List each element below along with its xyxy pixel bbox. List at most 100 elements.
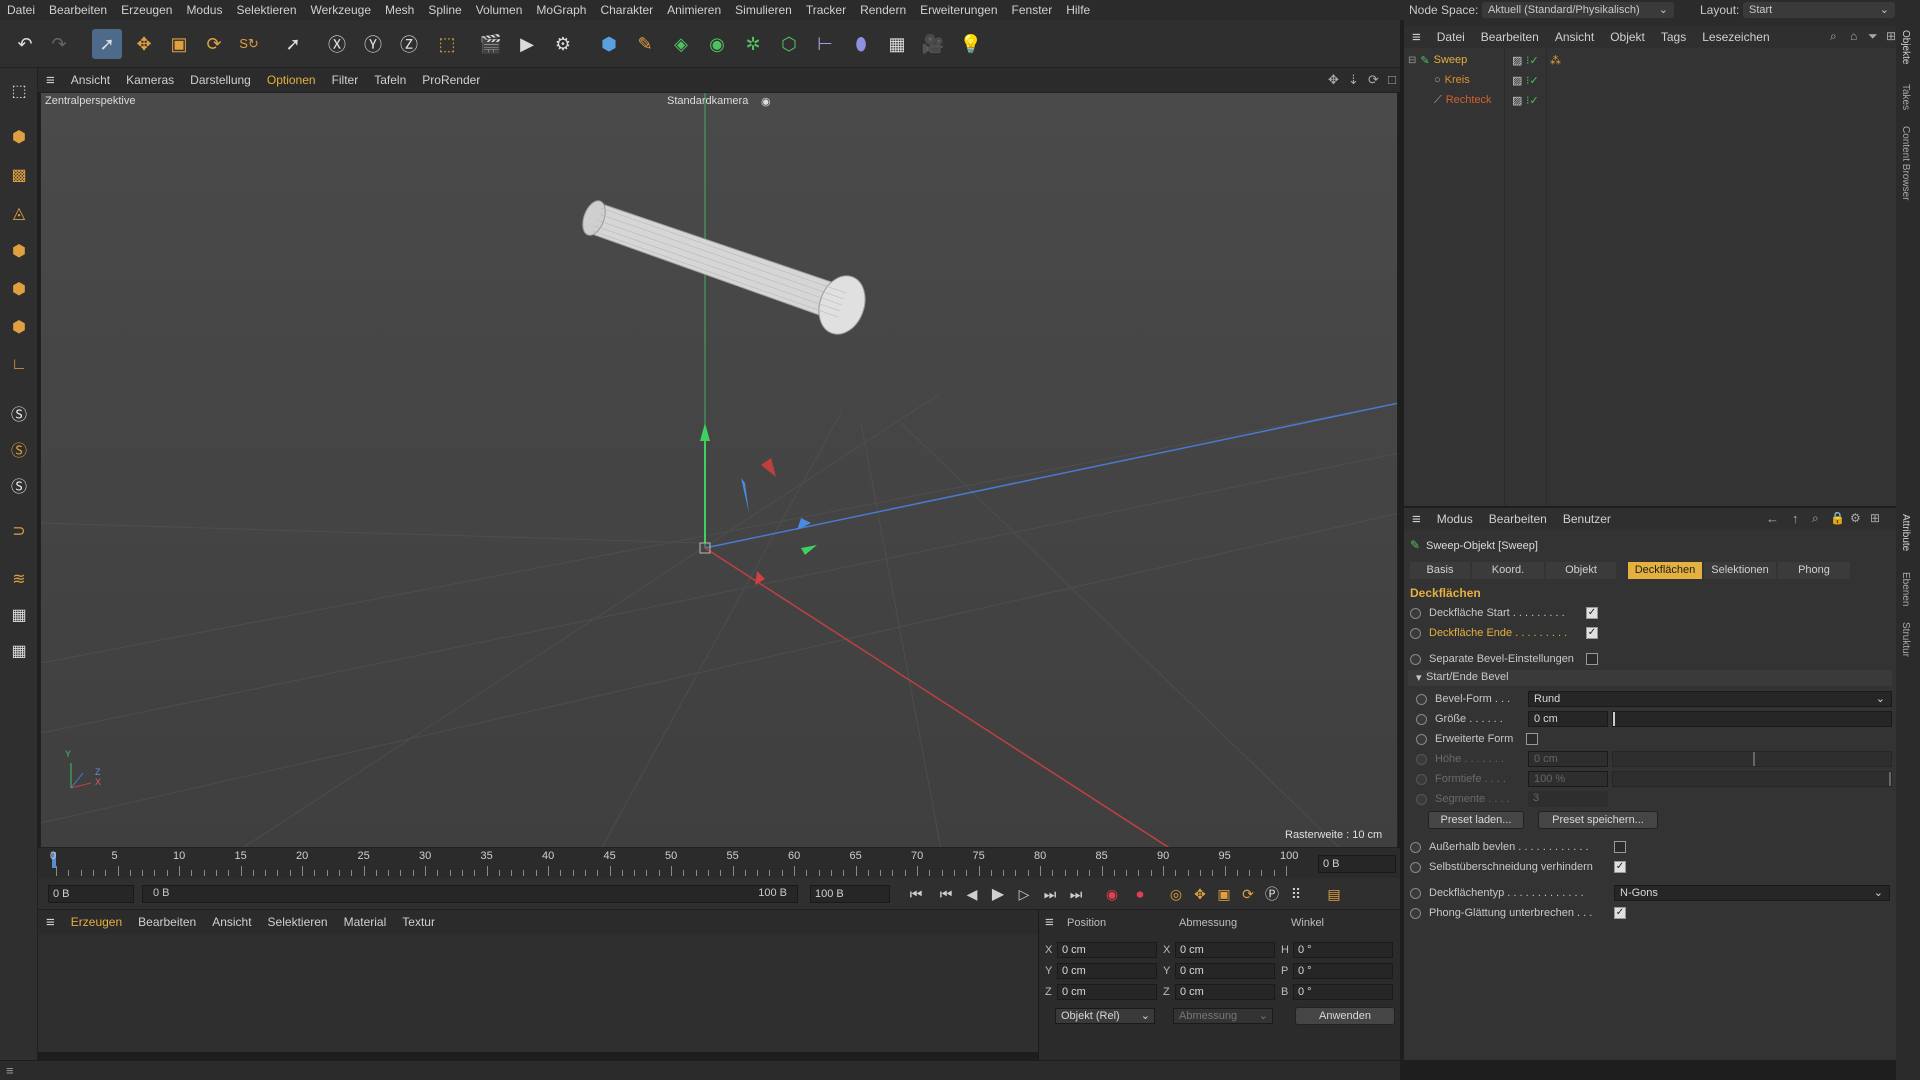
texture-mode-icon[interactable]: ▩ — [4, 160, 34, 190]
quantize-icon[interactable]: Ⓢ — [4, 470, 34, 500]
material-area[interactable] — [38, 934, 1038, 1052]
deformer-icon[interactable]: ⊢ — [810, 29, 840, 59]
attr-menu-modus[interactable]: Modus — [1429, 512, 1481, 526]
tab-objekt[interactable]: Objekt — [1546, 562, 1616, 579]
timeline-ruler[interactable]: 0 5 10 15 20 25 30 35 40 45 50 55 60 65 70 75 80 85 90 95 10… — [38, 848, 1400, 878]
hamburger-icon[interactable]: ≡ — [38, 72, 63, 89]
prev-key-icon[interactable]: ⏮ — [934, 884, 958, 904]
obj-menu-objekt[interactable]: Objekt — [1602, 30, 1653, 44]
goto-start-icon[interactable]: ⏮ — [904, 884, 928, 904]
camera-icon[interactable]: ◉ — [761, 95, 771, 108]
bevel-group-header[interactable]: ▾ Start/Ende Bevel — [1408, 670, 1892, 686]
x-axis-lock-icon[interactable]: Ⓧ — [322, 29, 352, 59]
side-tab-struktur[interactable]: Struktur — [1900, 622, 1911, 657]
select-tool-icon[interactable]: ➚ — [92, 29, 122, 59]
pos-y-field[interactable]: 0 cm — [1057, 963, 1157, 979]
3d-viewport[interactable]: Zentralperspektive Standardkamera ◉ Y X … — [40, 92, 1398, 848]
hamburger-icon[interactable]: ≡ — [1045, 914, 1054, 931]
obj-menu-lesezeichen[interactable]: Lesezeichen — [1694, 30, 1777, 44]
vp-menu-kameras[interactable]: Kameras — [118, 73, 182, 87]
vp-menu-prorender[interactable]: ProRender — [414, 73, 488, 87]
vp-menu-ansicht[interactable]: Ansicht — [63, 73, 118, 87]
scene-icon[interactable]: ⬮ — [846, 29, 876, 59]
visibility-check-icon[interactable]: ⁝✓ — [1526, 94, 1539, 107]
animate-dot-icon[interactable] — [1416, 713, 1427, 725]
obj-menu-tags[interactable]: Tags — [1653, 30, 1694, 44]
make-editable-icon[interactable]: ⬚ — [4, 76, 34, 106]
mat-menu-ansicht[interactable]: Ansicht — [204, 915, 259, 929]
animate-dot-icon[interactable] — [1416, 693, 1427, 705]
keyframe-selection-icon[interactable]: ◎ — [1164, 884, 1188, 904]
key-parameter-icon[interactable]: Ⓟ — [1260, 884, 1284, 904]
end-frame-field[interactable]: 100 B — [810, 885, 890, 903]
grid-lock-icon[interactable]: ▦ — [4, 600, 34, 630]
menu-mograph[interactable]: MoGraph — [529, 3, 593, 17]
next-frame-icon[interactable]: ▷ — [1012, 884, 1036, 904]
bevel-outside-checkbox[interactable] — [1614, 841, 1626, 853]
maximize-view-icon[interactable]: □ — [1380, 72, 1404, 87]
pos-x-field[interactable]: 0 cm — [1057, 942, 1157, 958]
layer-icon[interactable]: ≋ — [4, 564, 34, 594]
tab-phong[interactable]: Phong — [1778, 562, 1850, 579]
back-arrow-icon[interactable]: ← — [1758, 511, 1787, 526]
light-icon[interactable]: 💡 — [956, 29, 986, 59]
obj-menu-bearbeiten[interactable]: Bearbeiten — [1473, 30, 1547, 44]
bevel-form-dropdown[interactable]: Rund ⌄ — [1528, 691, 1892, 707]
snap-icon[interactable]: Ⓢ — [4, 398, 34, 428]
layer-icon[interactable]: ▨ — [1512, 94, 1522, 107]
mat-menu-textur[interactable]: Textur — [394, 915, 443, 929]
render-settings-icon[interactable]: ⚙ — [548, 29, 578, 59]
render-region-icon[interactable]: 🎬 — [476, 29, 506, 59]
z-axis-lock-icon[interactable]: Ⓩ — [394, 29, 424, 59]
menu-werkzeuge[interactable]: Werkzeuge — [304, 3, 378, 17]
current-frame-field[interactable]: 0 B — [1318, 855, 1396, 873]
side-tab-ebenen[interactable]: Ebenen — [1900, 572, 1911, 606]
menu-animieren[interactable]: Animieren — [660, 3, 728, 17]
vp-menu-optionen[interactable]: Optionen — [259, 73, 324, 87]
apply-button[interactable]: Anwenden — [1295, 1007, 1395, 1025]
hamburger-icon[interactable]: ≡ — [38, 914, 63, 931]
expand-icon[interactable]: ⊟ — [1408, 55, 1416, 66]
attr-menu-bearbeiten[interactable]: Bearbeiten — [1481, 512, 1555, 526]
subdivision-icon[interactable]: ◈ — [666, 29, 696, 59]
menu-rendern[interactable]: Rendern — [853, 3, 913, 17]
menu-mesh[interactable]: Mesh — [378, 3, 421, 17]
phong-break-checkbox[interactable]: ✓ — [1614, 907, 1626, 919]
obj-menu-datei[interactable]: Datei — [1429, 30, 1473, 44]
key-rotation-icon[interactable]: ⟳ — [1236, 884, 1260, 904]
size-x-field[interactable]: 0 cm — [1175, 942, 1275, 958]
menu-fenster[interactable]: Fenster — [1005, 3, 1060, 17]
attr-menu-benutzer[interactable]: Benutzer — [1555, 512, 1619, 526]
node-space-dropdown[interactable]: Aktuell (Standard/Physikalisch) ⌄ — [1482, 2, 1674, 18]
render-view-icon[interactable]: ▶ — [512, 29, 542, 59]
hamburger-icon[interactable]: ≡ — [6, 1063, 14, 1078]
snap-settings-icon[interactable]: Ⓢ — [4, 434, 34, 464]
rotate-tool-icon[interactable]: ⟳ — [199, 29, 229, 59]
object-row-sweep[interactable]: ⊟ ✎ Sweep ▨ ⁝✓ ⁂ — [1404, 50, 1896, 70]
size-y-field[interactable]: 0 cm — [1175, 963, 1275, 979]
layer-icon[interactable]: ▨ — [1512, 74, 1522, 87]
layout-dropdown[interactable]: Start ⌄ — [1743, 2, 1895, 18]
menu-modus[interactable]: Modus — [179, 3, 229, 17]
angle-h-field[interactable]: 0 ° — [1293, 942, 1393, 958]
frame-range-slider[interactable]: 0 B 100 B — [142, 885, 798, 903]
edges-mode-icon[interactable]: ⬢ — [4, 274, 34, 304]
new-window-icon[interactable]: ⊞ — [1862, 511, 1888, 525]
object-row-kreis[interactable]: ○ Kreis ▨ ⁝✓ — [1404, 70, 1896, 90]
pos-z-field[interactable]: 0 cm — [1057, 984, 1157, 1000]
side-tab-objekte[interactable]: Objekte — [1900, 30, 1911, 64]
goto-end-icon[interactable]: ⏭ — [1064, 884, 1088, 904]
floor-icon[interactable]: ▦ — [882, 29, 912, 59]
mat-menu-bearbeiten[interactable]: Bearbeiten — [130, 915, 204, 929]
preset-load-button[interactable]: Preset laden... — [1428, 811, 1524, 829]
vp-menu-tafeln[interactable]: Tafeln — [366, 73, 414, 87]
menu-spline[interactable]: Spline — [421, 3, 468, 17]
hamburger-icon[interactable]: ≡ — [1404, 511, 1429, 528]
size-mode-dropdown[interactable]: Abmessung ⌄ — [1173, 1008, 1273, 1024]
avoid-self-intersect-checkbox[interactable]: ✓ — [1614, 861, 1626, 873]
angle-p-field[interactable]: 0 ° — [1293, 963, 1393, 979]
side-tab-attribute[interactable]: Attribute — [1900, 514, 1911, 551]
size-field[interactable]: 0 cm — [1528, 711, 1608, 727]
extended-form-checkbox[interactable] — [1526, 733, 1538, 745]
object-row-rechteck[interactable]: ⟋ Rechteck ▨ ⁝✓ — [1404, 90, 1896, 110]
